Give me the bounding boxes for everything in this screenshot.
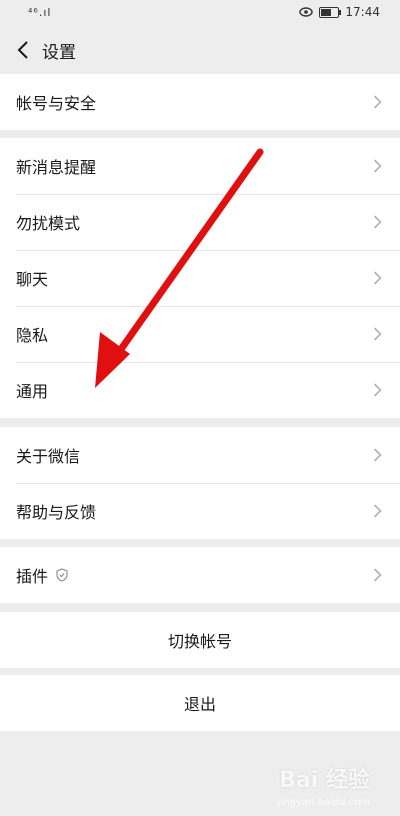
signal-indicator: ⁴⁶.ıl [28, 6, 52, 19]
row-help-feedback[interactable]: 帮助与反馈 [0, 483, 400, 539]
chevron-right-icon [373, 568, 382, 582]
row-label: 帐号与安全 [16, 94, 97, 113]
row-new-message-notify[interactable]: 新消息提醒 [0, 138, 400, 194]
row-label: 隐私 [16, 326, 49, 345]
watermark-url: jingyan.baidu.com [277, 797, 370, 808]
chevron-right-icon [373, 504, 382, 518]
battery-icon [319, 6, 342, 18]
chevron-right-icon [373, 215, 382, 229]
switch-account-button[interactable]: 切换帐号 [0, 612, 400, 668]
watermark-logo: Bai 经验 [279, 768, 370, 793]
status-right: 17:44 [299, 5, 380, 19]
row-plugins[interactable]: 插件 [0, 547, 400, 603]
row-label: 通用 [16, 382, 49, 401]
nav-bar: 设置 [0, 26, 400, 74]
row-account-security[interactable]: 帐号与安全 [0, 74, 400, 130]
chevron-right-icon [373, 383, 382, 397]
row-chat[interactable]: 聊天 [0, 250, 400, 306]
page-title: 设置 [42, 43, 76, 63]
row-label: 关于微信 [16, 447, 81, 466]
chevron-right-icon [373, 159, 382, 173]
group-about: 关于微信 帮助与反馈 [0, 427, 400, 539]
row-general[interactable]: 通用 [0, 362, 400, 418]
row-label: 聊天 [16, 270, 49, 289]
row-do-not-disturb[interactable]: 勿扰模式 [0, 194, 400, 250]
back-icon[interactable] [14, 36, 34, 64]
row-label: 勿扰模式 [16, 214, 81, 233]
shield-icon [56, 568, 68, 582]
row-label: 新消息提醒 [16, 158, 97, 177]
row-label: 插件 [16, 567, 49, 586]
group-logout: 退出 [0, 675, 400, 731]
eye-icon [299, 7, 314, 17]
group-account: 帐号与安全 [0, 74, 400, 130]
clock: 17:44 [345, 5, 380, 19]
row-privacy[interactable]: 隐私 [0, 306, 400, 362]
chevron-right-icon [373, 448, 382, 462]
status-bar: ⁴⁶.ıl 17:44 [0, 0, 400, 26]
row-label: 帮助与反馈 [16, 503, 97, 522]
logout-button[interactable]: 退出 [0, 675, 400, 731]
row-about-wechat[interactable]: 关于微信 [0, 427, 400, 483]
group-switch-account: 切换帐号 [0, 612, 400, 668]
chevron-right-icon [373, 271, 382, 285]
chevron-right-icon [373, 327, 382, 341]
group-plugins: 插件 [0, 547, 400, 603]
group-preferences: 新消息提醒 勿扰模式 聊天 隐私 通用 [0, 138, 400, 418]
chevron-right-icon [373, 95, 382, 109]
